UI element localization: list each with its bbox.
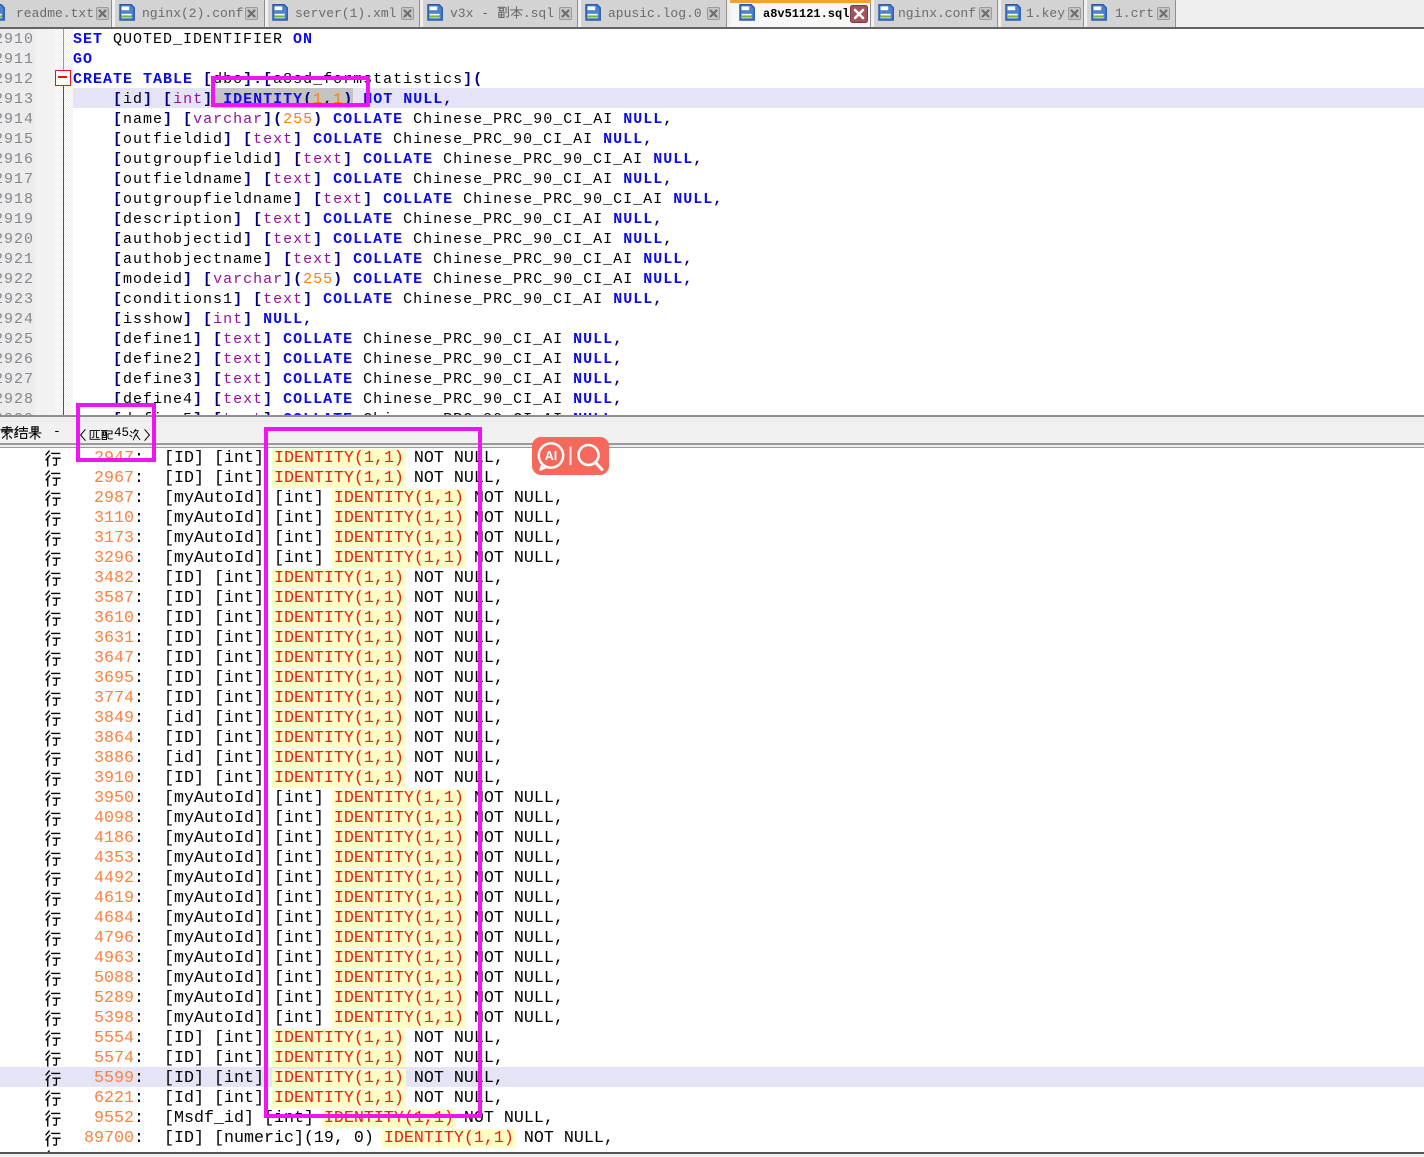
svg-text:AI: AI xyxy=(545,449,558,463)
